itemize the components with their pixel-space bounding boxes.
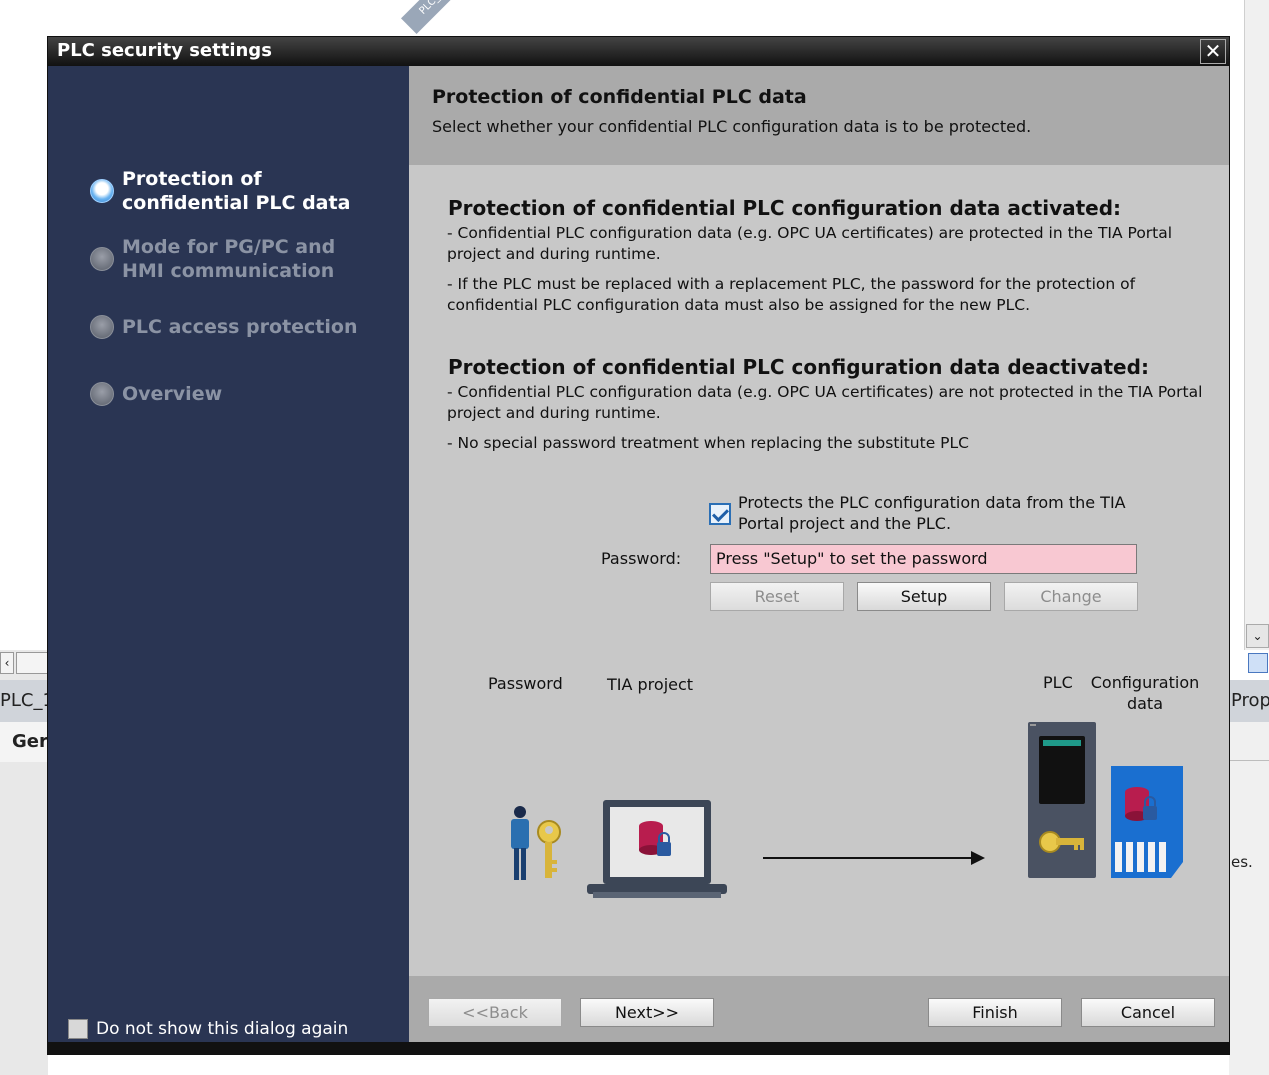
step-protection-confidential[interactable]: Protection of confidential PLC data <box>90 167 352 215</box>
dialog-title: PLC security settings <box>57 40 272 61</box>
deactivated-text-2: - No special password treatment when rep… <box>447 434 969 452</box>
password-field[interactable]: Press "Setup" to set the password <box>710 544 1137 574</box>
activated-text-1: - Confidential PLC configuration data (e… <box>447 224 1173 263</box>
left-scroll-track[interactable] <box>16 652 48 674</box>
diagram-plc-label: PLC <box>1043 673 1073 692</box>
step-label: Mode for PG/PC and HMI communication <box>122 236 336 282</box>
scroll-down-button[interactable]: ⌄ <box>1246 624 1269 648</box>
background-area <box>0 0 1269 36</box>
dont-show-again-label: Do not show this dialog again <box>96 1019 349 1039</box>
finish-button[interactable]: Finish <box>928 998 1062 1027</box>
step-label: Overview <box>122 383 223 405</box>
diagram-password-label: Password <box>488 674 563 693</box>
step-label: PLC access protection <box>122 316 358 338</box>
laptop-icon <box>587 800 727 898</box>
wizard-footer: <<Back Next>> Finish Cancel <box>409 976 1229 1042</box>
reset-button[interactable]: Reset <box>710 582 844 611</box>
checkbox-checked-icon[interactable] <box>709 503 731 525</box>
user-key-icon <box>511 806 561 880</box>
cancel-button[interactable]: Cancel <box>1081 998 1215 1027</box>
diagram-tia-label: TIA project <box>607 675 694 694</box>
left-scroll-tab[interactable]: ‹ <box>0 652 14 674</box>
page-subtitle: Select whether your confidential PLC con… <box>432 117 1032 136</box>
step-pg-pc-hmi-mode[interactable]: Mode for PG/PC and HMI communication <box>90 235 372 283</box>
plc-device-icon <box>1028 722 1096 878</box>
page-title: Protection of confidential PLC data <box>432 86 807 108</box>
background-left-title: PLC_1 <box>0 680 54 722</box>
protect-config-checkbox[interactable]: Protects the PLC configuration data from… <box>709 492 1138 534</box>
step-radio-icon <box>90 315 114 339</box>
change-button[interactable]: Change <box>1004 582 1138 611</box>
diagram-config-label: Configuration data <box>1090 673 1200 713</box>
content-header: Protection of confidential PLC data Sele… <box>409 66 1229 165</box>
step-overview[interactable]: Overview <box>90 382 222 406</box>
step-radio-icon <box>90 382 114 406</box>
activated-title: Protection of confidential PLC configura… <box>448 196 1122 220</box>
activated-text-2: - If the PLC must be replaced with a rep… <box>447 275 1136 314</box>
dont-show-again-checkbox[interactable]: Do not show this dialog again <box>68 1019 348 1039</box>
background-properties-title[interactable]: Prop <box>1229 680 1269 722</box>
background-general-tab[interactable]: Ger <box>0 722 48 762</box>
setup-button[interactable]: Setup <box>857 582 991 611</box>
deactivated-title: Protection of confidential PLC configura… <box>448 355 1149 379</box>
background-scrollbar[interactable] <box>1244 0 1269 650</box>
step-plc-access-protection[interactable]: PLC access protection <box>90 315 358 339</box>
step-active-radio-icon <box>90 179 114 203</box>
step-radio-icon <box>90 247 114 271</box>
properties-icon[interactable] <box>1248 653 1268 673</box>
next-button[interactable]: Next>> <box>580 998 714 1027</box>
password-label: Password: <box>601 549 682 568</box>
memory-card-icon <box>1111 766 1183 878</box>
arrow-right-icon <box>763 851 985 865</box>
step-label: Protection of confidential PLC data <box>122 168 351 214</box>
background-right-text: es. <box>1231 853 1253 871</box>
close-button[interactable]: ✕ <box>1200 39 1226 64</box>
checkbox-box[interactable] <box>68 1019 88 1039</box>
background-divider <box>1229 760 1269 761</box>
plc-security-dialog: PLC security settings ✕ Protection of co… <box>47 36 1230 1055</box>
deactivated-text-1: - Confidential PLC configuration data (e… <box>447 383 1203 422</box>
wizard-sidebar: Protection of confidential PLC data Mode… <box>48 66 409 1042</box>
background-right-panel <box>1229 722 1269 1075</box>
back-button[interactable]: <<Back <box>428 998 562 1027</box>
protect-config-label: Protects the PLC configuration data from… <box>738 493 1126 533</box>
dialog-bottom-edge <box>48 1042 1229 1054</box>
dialog-titlebar: PLC security settings ✕ <box>48 37 1229 66</box>
wizard-content: Protection of confidential PLC data Sele… <box>409 66 1229 1042</box>
